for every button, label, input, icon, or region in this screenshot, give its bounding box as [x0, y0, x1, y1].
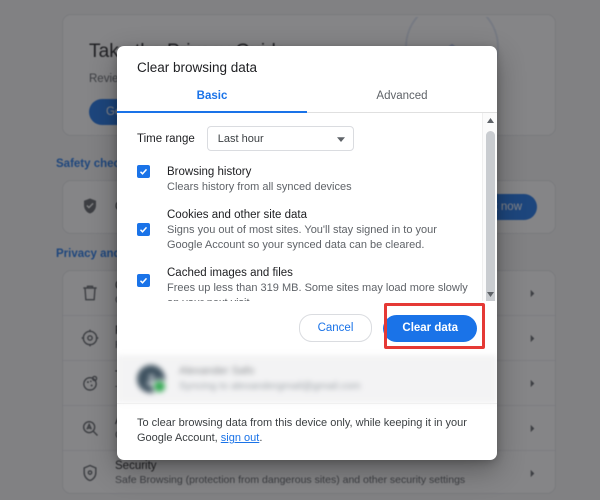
tab-basic[interactable]: Basic — [117, 87, 307, 112]
account-name: Alexander Safo — [179, 364, 361, 379]
checkbox-subtitle: Frees up less than 319 MB. Some sites ma… — [167, 281, 469, 301]
chevron-down-icon — [337, 130, 345, 148]
checkbox-title: Cached images and files — [167, 266, 469, 281]
sync-status-dot — [152, 379, 167, 394]
avatar-icon — [137, 365, 165, 393]
checkbox-item-cookies[interactable]: Cookies and other site data Signs you ou… — [117, 208, 483, 253]
checkbox-subtitle: Clears history from all synced devices — [167, 180, 469, 195]
time-range-row: Time range Last hour — [117, 113, 483, 161]
checkbox-checked-icon[interactable] — [137, 165, 150, 178]
clear-browsing-data-dialog: Clear browsing data Basic Advanced Time … — [117, 46, 497, 460]
checkbox-item-browsing-history[interactable]: Browsing history Clears history from all… — [117, 165, 483, 195]
dialog-footer-note: To clear browsing data from this device … — [117, 403, 497, 460]
scrollbar-thumb[interactable] — [486, 131, 495, 301]
footer-text-after: . — [259, 432, 262, 444]
time-range-value: Last hour — [218, 133, 264, 145]
cancel-button[interactable]: Cancel — [299, 314, 373, 342]
checkbox-title: Browsing history — [167, 165, 469, 180]
checkbox-checked-icon[interactable] — [137, 223, 150, 236]
time-range-select[interactable]: Last hour — [207, 126, 354, 151]
dialog-action-bar: Cancel Clear data — [117, 301, 497, 355]
checkbox-title: Cookies and other site data — [167, 208, 469, 223]
time-range-label: Time range — [137, 133, 195, 145]
account-row[interactable]: Alexander Safo Syncing to alexandergmail… — [117, 355, 497, 403]
dialog-scrollbar[interactable] — [482, 113, 497, 301]
dialog-scroll-body: Time range Last hour Browsing history Cl… — [117, 113, 497, 301]
clear-data-button[interactable]: Clear data — [383, 315, 477, 342]
footer-text-before: To clear browsing data from this device … — [137, 417, 467, 444]
caret-up-icon[interactable] — [483, 113, 497, 127]
checkbox-subtitle: Signs you out of most sites. You'll stay… — [167, 223, 469, 253]
dialog-title: Clear browsing data — [117, 46, 497, 87]
checkbox-item-cached-images[interactable]: Cached images and files Frees up less th… — [117, 266, 483, 301]
tab-advanced[interactable]: Advanced — [307, 87, 497, 112]
checkbox-checked-icon[interactable] — [137, 274, 150, 287]
dialog-tabs: Basic Advanced — [117, 87, 497, 113]
account-email: Syncing to alexandergmail@gmail.com — [179, 379, 361, 394]
caret-down-icon[interactable] — [483, 287, 497, 301]
sign-out-link[interactable]: sign out — [221, 432, 260, 444]
